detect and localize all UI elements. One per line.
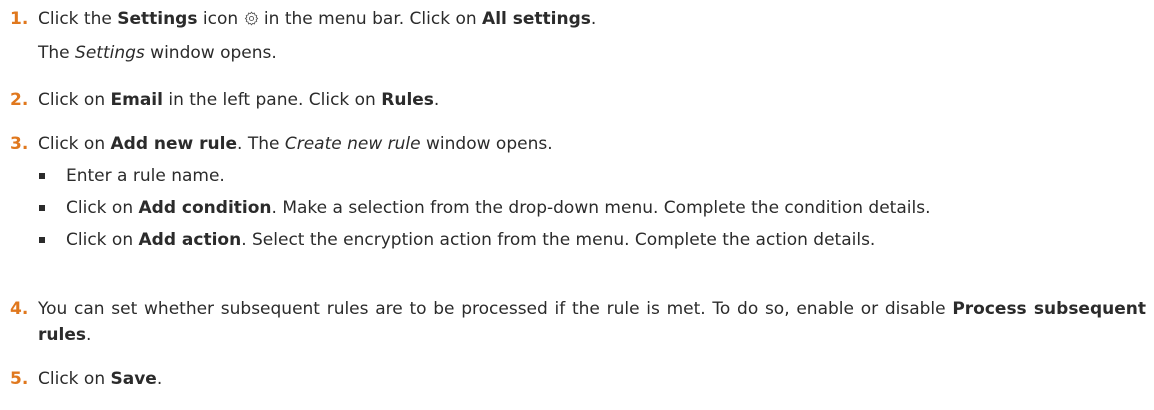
step-3: 3. Click on Add new rule. The Create new… <box>0 131 1146 157</box>
email-label: Email <box>110 90 163 110</box>
text: The <box>38 43 76 63</box>
text: . Make a selection from the drop-down me… <box>271 198 931 218</box>
settings-window-label: Settings <box>75 43 145 63</box>
step-1-result: The Settings window opens. <box>38 40 1146 66</box>
step-text: Click on Add new rule. The Create new ru… <box>38 131 1146 157</box>
text: in the left pane. Click on <box>162 90 382 110</box>
text: Click on <box>66 230 139 250</box>
step-text: Click the Settings icon in the menu bar.… <box>38 6 1146 66</box>
text: . <box>590 9 597 29</box>
text: window opens. <box>420 134 553 154</box>
step-1: 1. Click the Settings icon in the menu b… <box>0 6 1146 66</box>
step-text: Click on Email in the left pane. Click o… <box>38 87 1146 113</box>
text: Click on <box>38 369 111 389</box>
step-number: 3. <box>10 134 29 154</box>
text: Click the <box>38 9 118 29</box>
save-label: Save <box>110 369 157 389</box>
all-settings-label: All settings <box>482 9 591 29</box>
text: . <box>156 369 163 389</box>
step-text: You can set whether subsequent rules are… <box>38 296 1146 348</box>
text: window opens. <box>144 43 277 63</box>
step-5: 5. Click on Save. <box>0 366 1146 392</box>
text: Click on <box>38 134 111 154</box>
text: . <box>433 90 440 110</box>
rules-label: Rules <box>381 90 434 110</box>
step-3-bullet-list: Enter a rule name. Click on Add conditio… <box>0 163 1146 253</box>
step-text: Click on Save. <box>38 366 1146 392</box>
text: Click on <box>66 198 139 218</box>
add-new-rule-label: Add new rule <box>110 134 238 154</box>
text: You can set whether subsequent rules are… <box>38 299 953 319</box>
step-number: 5. <box>10 369 29 389</box>
add-condition-label: Add condition <box>138 198 272 218</box>
text: in the menu bar. Click on <box>258 9 483 29</box>
text: icon <box>197 9 244 29</box>
instructions-document: 1. Click the Settings icon in the menu b… <box>0 0 1154 410</box>
add-action-label: Add action <box>138 230 242 250</box>
step-2: 2. Click on Email in the left pane. Clic… <box>0 87 1146 113</box>
settings-label: Settings <box>117 9 198 29</box>
create-new-rule-window-label: Create new rule <box>284 134 421 154</box>
gear-icon <box>244 11 258 26</box>
list-item: Click on Add action. Select the encrypti… <box>39 227 1146 253</box>
text: . Select the encryption action from the … <box>241 230 876 250</box>
step-number: 1. <box>10 9 29 29</box>
text: . The <box>237 134 285 154</box>
list-item: Click on Add condition. Make a selection… <box>39 195 1146 221</box>
step-number: 4. <box>10 299 29 319</box>
list-item: Enter a rule name. <box>39 163 1146 189</box>
step-4: 4. You can set whether subsequent rules … <box>0 296 1146 348</box>
step-number: 2. <box>10 90 29 110</box>
text: . <box>85 325 92 345</box>
text: Enter a rule name. <box>66 166 225 186</box>
text: Click on <box>38 90 111 110</box>
